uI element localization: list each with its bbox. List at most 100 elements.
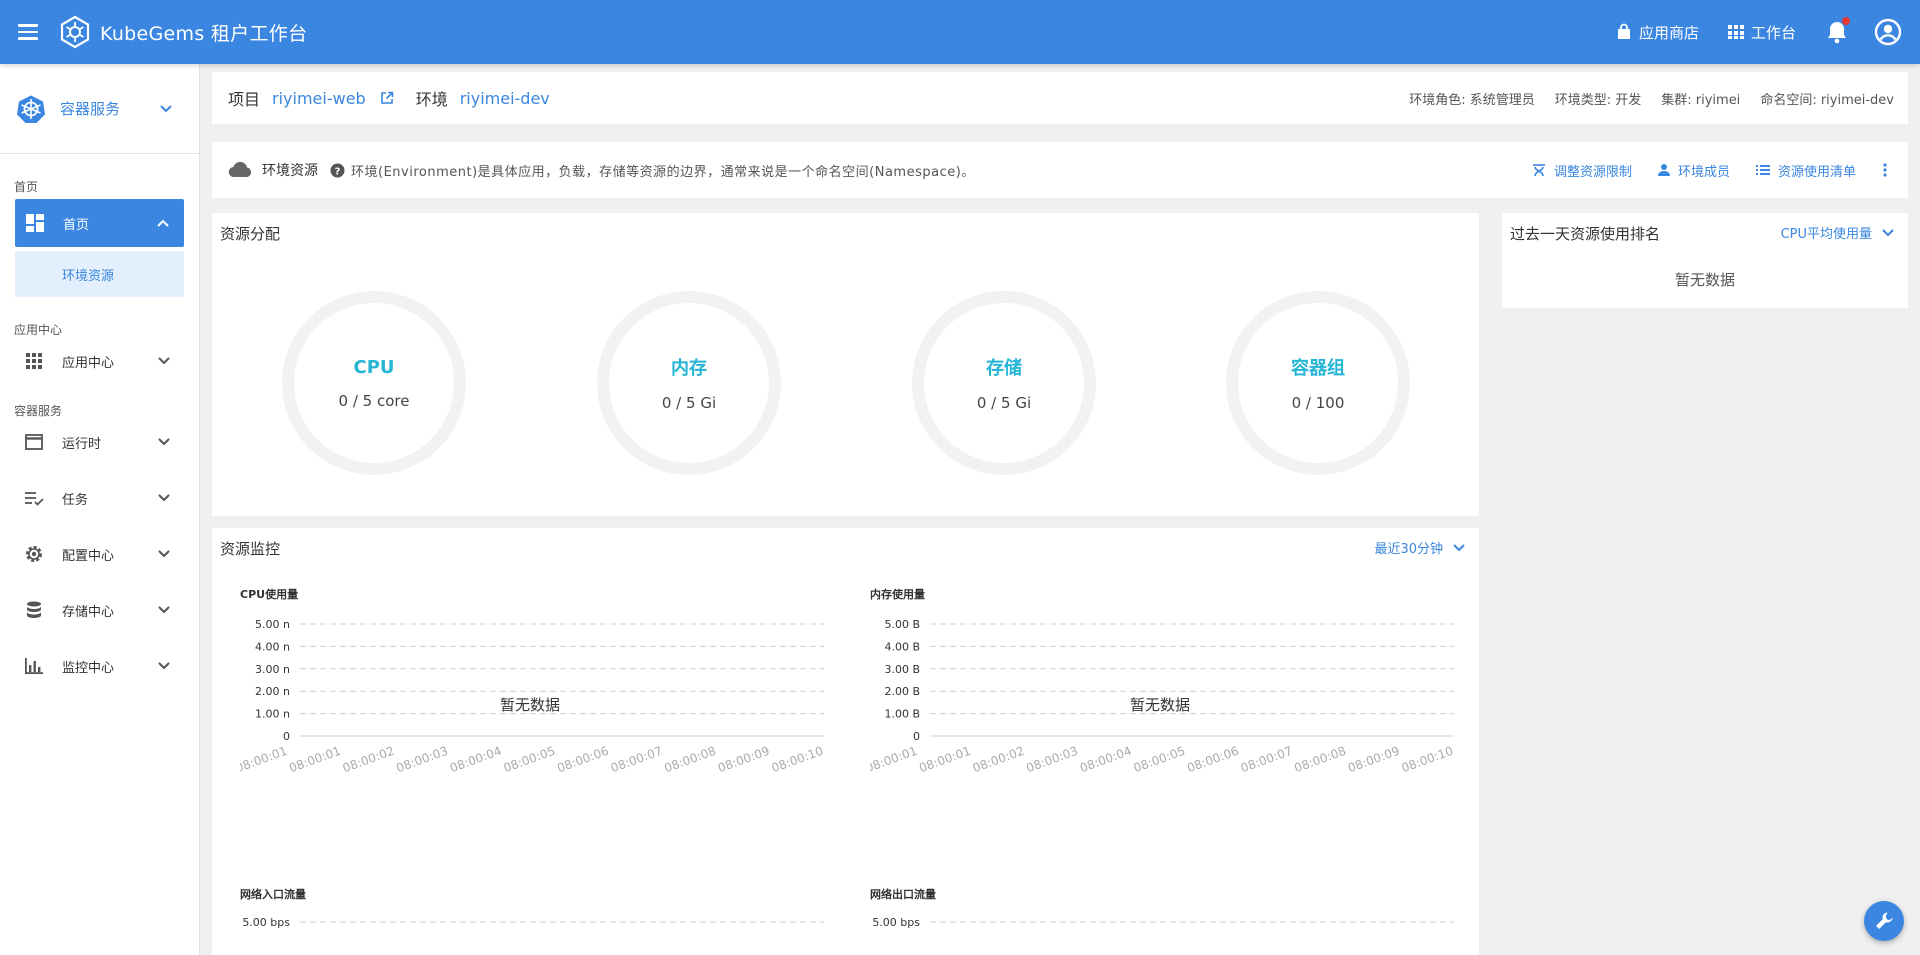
person-icon	[1657, 164, 1670, 176]
x-tick-label: 08:00:03	[1024, 744, 1079, 776]
more-vert-icon[interactable]	[1882, 162, 1888, 178]
sidebar-item-tasks[interactable]: 任务	[0, 475, 199, 521]
y-tick-label: 3.00 B	[884, 663, 920, 676]
kubernetes-icon	[17, 95, 45, 123]
memory-ring: 内存 0 / 5 Gi	[597, 291, 781, 475]
chevron-down-icon	[158, 606, 170, 614]
apps-grid-icon	[24, 351, 44, 371]
workbench-link[interactable]: 工作台	[1727, 22, 1796, 43]
app-title: KubeGems 租户工作台	[100, 22, 308, 45]
project-link[interactable]: riyimei-web	[272, 89, 366, 108]
y-tick-label: 5.00 bps	[872, 916, 920, 929]
service-switcher[interactable]: 容器服务	[0, 64, 199, 154]
chart-title: 内存使用量	[870, 588, 925, 601]
sidebar-item-config[interactable]: 配置中心	[0, 531, 199, 577]
chevron-down-icon	[158, 494, 170, 502]
bar-chart-icon	[24, 656, 44, 676]
ring-name: 存储	[986, 358, 1022, 379]
memory-usage-chart: 内存使用量 0 1.00 B 2.00 B 3.00 B 4.00 B 5.00 B 08:…	[870, 586, 1470, 826]
open-in-new-icon[interactable]	[380, 91, 394, 105]
chart-title: CPU使用量	[240, 588, 299, 601]
chevron-down-icon	[158, 357, 170, 365]
chevron-down-icon	[1882, 228, 1894, 236]
sidebar-item-app-center[interactable]: 应用中心	[0, 338, 199, 384]
chart-empty-text: 暂无数据	[1130, 696, 1191, 714]
env-resources-title: 环境资源	[262, 163, 318, 179]
ring-name: CPU	[353, 356, 395, 378]
x-tick-label: 08:00:01	[287, 744, 342, 776]
chart-empty-text: 暂无数据	[500, 696, 561, 714]
cluster-name: 集群: riyimei	[1661, 92, 1741, 108]
ring-name: 内存	[671, 358, 707, 379]
x-tick-label: 08:00:04	[448, 744, 503, 776]
sidebar-item-label: 应用中心	[62, 355, 115, 371]
y-tick-label: 2.00 n	[255, 685, 290, 698]
sidebar-item-runtime[interactable]: 运行时	[0, 419, 199, 465]
sidebar-item-label: 运行时	[62, 436, 102, 452]
usage-ranking-title: 过去一天资源使用排名	[1510, 225, 1661, 243]
ring-value: 0 / 100	[1291, 394, 1345, 412]
project-bar: 项目 riyimei-web 环境 riyimei-dev 环境角色: 系统管理…	[212, 72, 1908, 124]
workbench-label: 工作台	[1750, 23, 1796, 42]
network-in-chart: 网络入口流量 5.00 bps	[240, 886, 840, 946]
usage-list-label: 资源使用清单	[1777, 164, 1856, 180]
app-store-link[interactable]: 应用商店	[1615, 22, 1699, 43]
notifications-button[interactable]	[1824, 17, 1850, 45]
x-tick-label: 08:00:03	[394, 744, 449, 776]
sidebar-item-label: 首页	[63, 217, 90, 233]
y-tick-label: 3.00 n	[255, 663, 290, 676]
chart-title: 网络出口流量	[870, 888, 936, 901]
usage-list-button[interactable]: 资源使用清单	[1755, 161, 1856, 180]
x-tick-label: 08:00:06	[555, 744, 610, 776]
resource-allocation-title: 资源分配	[220, 225, 281, 243]
x-tick-label: 08:00:02	[341, 744, 396, 776]
x-tick-label: 08:00:01	[240, 744, 289, 776]
y-tick-label: 2.00 B	[884, 685, 920, 698]
chevron-down-icon	[160, 104, 172, 112]
time-range-select[interactable]: 最近30分钟	[1374, 538, 1465, 557]
env-members-button[interactable]: 环境成员	[1657, 161, 1730, 180]
sidebar-item-label: 配置中心	[62, 548, 115, 564]
sidebar-subitem-env-resources[interactable]: 环境资源	[15, 251, 184, 297]
tools-fab-button[interactable]	[1864, 901, 1904, 941]
sidebar-item-monitor[interactable]: 监控中心	[0, 643, 199, 689]
notification-badge	[1842, 17, 1850, 25]
sidebar-item-label: 监控中心	[62, 660, 115, 676]
ring-value: 0 / 5 Gi	[976, 394, 1032, 412]
namespace-name: 命名空间: riyimei-dev	[1760, 92, 1894, 108]
time-range-value: 最近30分钟	[1374, 542, 1443, 557]
chart-title: 网络入口流量	[240, 888, 306, 901]
pods-ring: 容器组 0 / 100	[1226, 291, 1410, 475]
list-icon	[1755, 165, 1770, 175]
section-title-container-service: 容器服务	[14, 404, 63, 418]
account-icon[interactable]	[1874, 18, 1902, 46]
x-tick-label: 08:00:02	[971, 744, 1026, 776]
x-tick-label: 08:00:05	[1132, 744, 1187, 776]
cpu-usage-chart: CPU使用量 0 1.00 n 2.00 n 3.00 n 4.00 n 5.00 n 08…	[240, 586, 840, 826]
shopping-bag-icon	[1617, 23, 1630, 39]
env-type: 环境类型: 开发	[1554, 92, 1642, 108]
ranking-metric-value: CPU平均使用量	[1780, 227, 1872, 242]
cpu-usage-plot: 01.00 n2.00 n3.00 n4.00 n5.00 n08:00:010…	[240, 618, 825, 776]
ranking-empty-text: 暂无数据	[1674, 271, 1735, 289]
sidebar-item-storage[interactable]: 存储中心	[0, 587, 199, 633]
ranking-metric-select[interactable]: CPU平均使用量	[1781, 223, 1894, 242]
menu-icon[interactable]	[14, 18, 42, 46]
svg-text:?: ?	[335, 166, 341, 177]
project-label: 项目	[228, 90, 261, 109]
sidebar: 容器服务 首页 首页 环境资源 应用中心 应用中心 容器服务 运行时 任务 配置…	[0, 64, 200, 955]
y-tick-label: 5.00 bps	[242, 916, 290, 929]
x-tick-label: 08:00:01	[917, 744, 972, 776]
x-tick-label: 08:00:07	[1239, 744, 1294, 776]
app-store-label: 应用商店	[1638, 23, 1699, 42]
sidebar-item-home[interactable]: 首页	[15, 199, 184, 247]
adjust-limits-button[interactable]: 调整资源限制	[1532, 161, 1632, 180]
ring-name: 容器组	[1291, 358, 1345, 379]
y-tick-label: 4.00 B	[884, 640, 920, 653]
x-tick-label: 08:00:08	[662, 744, 717, 776]
x-tick-label: 08:00:09	[716, 744, 771, 776]
resource-allocation-panel: 资源分配 CPU 0 / 5 core 内存 0 / 5 Gi 存储 0 / 5…	[212, 213, 1479, 516]
settings-gear-icon	[24, 544, 44, 564]
x-tick-label: 08:00:06	[1185, 744, 1240, 776]
network-out-plot: 5.00 bps	[872, 916, 1454, 929]
